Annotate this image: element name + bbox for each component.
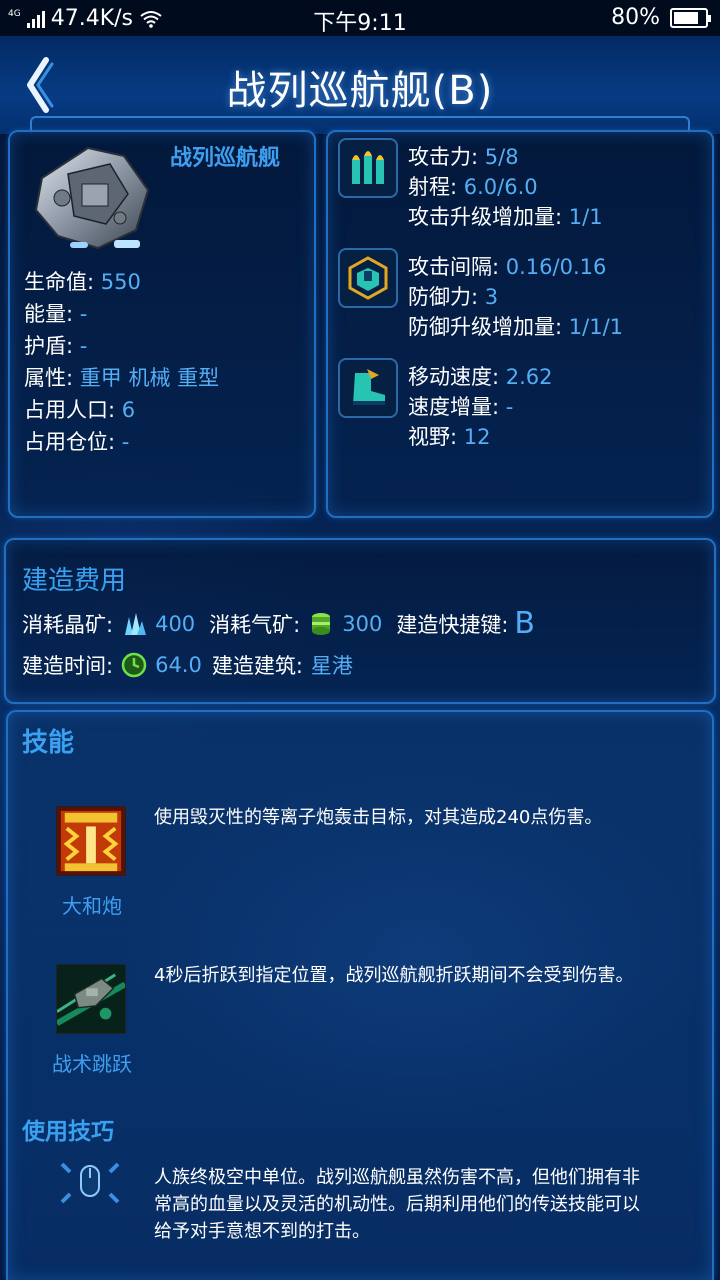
stat-value: 3 bbox=[484, 285, 499, 309]
stat-value: - bbox=[121, 430, 130, 454]
stat-label: 攻击力: bbox=[408, 145, 479, 169]
hotkey-label: 建造快捷键: bbox=[396, 612, 509, 637]
stat-range: 射程: 6.0/6.0 bbox=[408, 172, 603, 202]
unit-info-panel: 战列巡航舰 生命值: 550 能量: - 护盾: - 属性: 重甲 机械 重型 … bbox=[8, 130, 316, 518]
tips-line: 常高的血量以及灵活的机动性。后期利用他们的传送技能可以 bbox=[154, 1194, 640, 1215]
stat-label: 防御升级增加量: bbox=[408, 315, 563, 339]
ammo-icon bbox=[338, 138, 398, 198]
stat-armor-upgrade: 防御升级增加量: 1/1/1 bbox=[408, 312, 623, 342]
building-label: 建造建筑: bbox=[211, 654, 303, 678]
mineral-value: 400 bbox=[155, 611, 196, 636]
stat-value: 12 bbox=[463, 425, 491, 449]
stat-speed-bonus: 速度增量: - bbox=[408, 392, 553, 422]
stat-value: 2.62 bbox=[505, 365, 553, 389]
cost-time-row: 建造时间: 64.0 建造建筑: 星港 bbox=[22, 650, 353, 680]
stat-supply: 占用人口: 6 bbox=[24, 394, 219, 426]
yamato-cannon-icon[interactable] bbox=[56, 806, 126, 876]
stat-label: 占用人口: bbox=[24, 398, 116, 422]
battery-percent: 80% bbox=[611, 5, 660, 30]
stat-value: 5/8 bbox=[484, 145, 519, 169]
stat-label: 攻击升级增加量: bbox=[408, 205, 563, 229]
title-bar: 战列巡航舰(B) bbox=[0, 36, 720, 134]
stat-label: 射程: bbox=[408, 175, 458, 199]
battery-level bbox=[674, 11, 698, 24]
battery-icon bbox=[670, 7, 711, 28]
stat-label: 速度增量: bbox=[408, 395, 500, 419]
page-title: 战列巡航舰(B) bbox=[226, 68, 494, 114]
stat-value: 6 bbox=[121, 398, 136, 422]
hotkey-value: B bbox=[514, 606, 536, 641]
stat-value: - bbox=[505, 395, 514, 419]
stat-attack-damage: 攻击力: 5/8 bbox=[408, 142, 603, 172]
mineral-label: 消耗晶矿: bbox=[22, 612, 114, 637]
building-value[interactable]: 星港 bbox=[311, 650, 353, 680]
stat-label: 生命值: bbox=[24, 270, 95, 294]
stat-label: 移动速度: bbox=[408, 365, 500, 389]
skills-panel: 技能 大和炮 使用毁灭性的等离子炮轰击目标，对其造成240点伤害。 战术跳跃 4… bbox=[6, 710, 714, 1280]
tips-text: 人族终极空中单位。战列巡航舰虽然伤害不高，但他们拥有非 常高的血量以及灵活的机动… bbox=[154, 1164, 710, 1245]
status-bar: 4G 47.4K/s 下午9:11 80% bbox=[0, 0, 720, 36]
build-time-label: 建造时间: bbox=[22, 654, 114, 678]
boot-icon bbox=[338, 358, 398, 418]
stat-attack-upgrade: 攻击升级增加量: 1/1 bbox=[408, 202, 603, 232]
stat-label: 攻击间隔: bbox=[408, 255, 500, 279]
stat-attributes: 属性: 重甲 机械 重型 bbox=[24, 362, 219, 394]
gas-canister-icon bbox=[312, 612, 331, 635]
stat-value: 0.16/0.16 bbox=[505, 255, 607, 279]
stat-value: 550 bbox=[100, 270, 141, 294]
battlecruiser-image bbox=[34, 146, 150, 250]
stat-value: 1/1 bbox=[568, 205, 603, 229]
armor-icon bbox=[338, 248, 398, 308]
stat-shield: 护盾: - bbox=[24, 330, 219, 362]
attack-stats: 攻击力: 5/8 射程: 6.0/6.0 攻击升级增加量: 1/1 bbox=[408, 142, 603, 232]
cost-resources-row: 消耗晶矿: 400 消耗气矿: 300 建造快捷键: B bbox=[22, 606, 535, 641]
section-title: 技能 bbox=[22, 728, 75, 758]
stat-label: 护盾: bbox=[24, 334, 74, 358]
stat-label: 视野: bbox=[408, 425, 458, 449]
stat-value: 重甲 机械 重型 bbox=[79, 366, 220, 390]
mouse-icon bbox=[60, 1162, 120, 1204]
combat-stats-panel: 攻击力: 5/8 射程: 6.0/6.0 攻击升级增加量: 1/1 攻击间隔: … bbox=[326, 130, 714, 518]
unit-name: 战列巡航舰 bbox=[170, 146, 281, 171]
stat-attack-interval: 攻击间隔: 0.16/0.16 bbox=[408, 252, 623, 282]
section-title: 建造费用 bbox=[22, 566, 127, 596]
stat-value: - bbox=[79, 334, 88, 358]
stat-label: 属性: bbox=[24, 366, 74, 390]
stat-hp: 生命值: 550 bbox=[24, 266, 219, 298]
defense-stats: 攻击间隔: 0.16/0.16 防御力: 3 防御升级增加量: 1/1/1 bbox=[408, 252, 623, 342]
stat-cargo: 占用仓位: - bbox=[24, 426, 219, 458]
skill-description: 4秒后折跃到指定位置，战列巡航舰折跃期间不会受到伤害。 bbox=[154, 965, 634, 986]
skill-name: 战术跳跃 bbox=[52, 1052, 132, 1076]
stat-energy: 能量: - bbox=[24, 298, 219, 330]
tactical-jump-icon[interactable] bbox=[56, 964, 126, 1034]
tips-line: 给予对手意想不到的打击。 bbox=[154, 1221, 370, 1242]
stat-label: 占用仓位: bbox=[24, 430, 116, 454]
stat-value: 6.0/6.0 bbox=[463, 175, 538, 199]
crystal-icon bbox=[125, 612, 147, 635]
tips-line: 人族终极空中单位。战列巡航舰虽然伤害不高，但他们拥有非 bbox=[154, 1167, 640, 1188]
build-time-value: 64.0 bbox=[155, 653, 202, 677]
stat-armor: 防御力: 3 bbox=[408, 282, 623, 312]
gas-label: 消耗气矿: bbox=[209, 612, 301, 637]
movement-stats: 移动速度: 2.62 速度增量: - 视野: 12 bbox=[408, 362, 553, 452]
stat-label: 能量: bbox=[24, 302, 74, 326]
tips-title: 使用技巧 bbox=[22, 1119, 114, 1145]
stat-sight: 视野: 12 bbox=[408, 422, 553, 452]
unit-stat-list: 生命值: 550 能量: - 护盾: - 属性: 重甲 机械 重型 占用人口: … bbox=[24, 266, 219, 458]
stat-label: 防御力: bbox=[408, 285, 479, 309]
skill-description: 使用毁灭性的等离子炮轰击目标，对其造成240点伤害。 bbox=[154, 807, 603, 828]
build-cost-panel: 建造费用 消耗晶矿: 400 消耗气矿: 300 建造快捷键: B 建造时间: … bbox=[4, 538, 716, 704]
skill-name: 大和炮 bbox=[62, 894, 122, 918]
gas-value: 300 bbox=[342, 611, 383, 636]
stat-value: 1/1/1 bbox=[568, 315, 623, 339]
stat-move-speed: 移动速度: 2.62 bbox=[408, 362, 553, 392]
stat-value: - bbox=[79, 302, 88, 326]
clock-icon bbox=[121, 652, 147, 678]
